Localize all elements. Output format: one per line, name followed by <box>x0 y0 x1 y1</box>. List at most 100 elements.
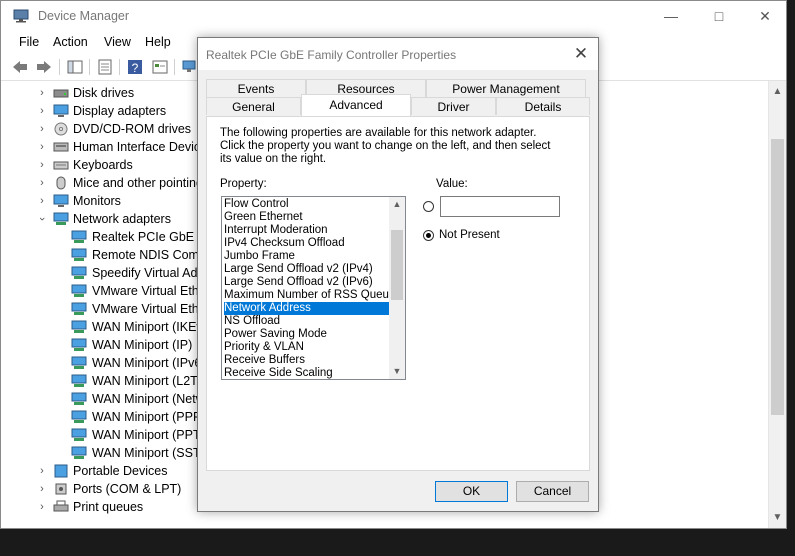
tab-general[interactable]: General <box>206 97 301 115</box>
tab-details[interactable]: Details <box>496 97 590 115</box>
tab-driver[interactable]: Driver <box>411 97 496 115</box>
display-adapter-icon <box>53 104 69 117</box>
toolbar-separator <box>119 59 120 75</box>
tree-item-label: Network adapters <box>73 212 171 226</box>
tree-item-network-adapter[interactable]: WAN Miniport (SSTF <box>55 444 209 462</box>
property-list-item[interactable]: Power Saving Mode <box>224 328 389 341</box>
property-list-item[interactable]: Jumbo Frame <box>224 250 389 263</box>
tree-item-label: Remote NDIS Comp <box>92 248 206 262</box>
tree-item-network-adapter[interactable]: WAN Miniport (PPPC <box>55 408 210 426</box>
tree-item-label: WAN Miniport (PPPC <box>92 410 211 424</box>
tree-item-network-adapter[interactable]: VMware Virtual Ethe <box>55 300 206 318</box>
toolbar-separator <box>59 59 60 75</box>
tree-item-label: Mice and other pointing <box>73 176 203 190</box>
scroll-thumb[interactable] <box>771 139 784 415</box>
property-list-item[interactable]: Large Send Offload v2 (IPv4) <box>224 263 389 276</box>
ok-button[interactable]: OK <box>435 481 508 502</box>
property-list-item[interactable]: Flow Control <box>224 198 389 211</box>
device-manager-icon <box>13 9 29 23</box>
scroll-down-arrow-icon[interactable]: ▼ <box>769 509 786 526</box>
tree-item-label: WAN Miniport (L2TF <box>92 374 206 388</box>
back-arrow-icon[interactable] <box>11 58 29 76</box>
dvd-drive-icon <box>54 122 68 136</box>
action-view-icon[interactable] <box>151 58 169 76</box>
property-list-item[interactable]: Maximum Number of RSS Queues <box>224 289 401 302</box>
property-list-scrollbar[interactable]: ▲ ▼ <box>389 197 405 379</box>
property-list-item[interactable]: NS Offload <box>224 315 389 328</box>
tree-item-label: Portable Devices <box>73 464 168 478</box>
maximize-button[interactable]: □ <box>696 1 742 32</box>
tree-item-label: WAN Miniport (IKEv <box>92 320 203 334</box>
property-list-item[interactable]: Interrupt Moderation <box>224 224 389 237</box>
console-tree-icon[interactable] <box>66 58 84 76</box>
tree-item-label: VMware Virtual Ethe <box>92 302 206 316</box>
tree-item-label: Human Interface Device <box>73 140 208 154</box>
radio-selected-dot <box>426 233 431 238</box>
advanced-tab-panel: The following properties are available f… <box>206 116 590 471</box>
not-present-label: Not Present <box>439 229 500 241</box>
list-scroll-down-icon[interactable]: ▼ <box>389 364 405 379</box>
network-adapter-icon <box>71 266 87 279</box>
property-list-item[interactable]: Green Ethernet <box>224 211 389 224</box>
tree-item-label: Display adapters <box>73 104 167 118</box>
not-present-radio[interactable] <box>423 230 434 241</box>
menu-action[interactable]: Action <box>53 35 88 49</box>
tree-item-network-adapter[interactable]: WAN Miniport (Netw <box>55 390 205 408</box>
toolbar-separator <box>89 59 90 75</box>
tree-item-label: Monitors <box>73 194 121 208</box>
mouse-icon <box>56 176 66 190</box>
minimize-button[interactable]: — <box>648 1 694 32</box>
dialog-title-bar: Realtek PCIe GbE Family Controller Prope… <box>198 38 598 70</box>
tree-item-network-adapter[interactable]: Remote NDIS Comp <box>55 246 206 264</box>
tree-item-label: WAN Miniport (SSTF <box>92 446 209 460</box>
property-list-item[interactable]: IPv4 Checksum Offload <box>224 237 389 250</box>
tree-item-label: WAN Miniport (PPTI <box>92 428 205 442</box>
value-input[interactable] <box>440 196 560 217</box>
help-icon[interactable]: ? <box>126 58 144 76</box>
menu-help[interactable]: Help <box>145 35 171 49</box>
tab-advanced[interactable]: Advanced <box>301 94 411 116</box>
list-scroll-up-icon[interactable]: ▲ <box>389 197 405 212</box>
properties-icon[interactable] <box>96 58 114 76</box>
tree-scrollbar[interactable]: ▲ ▼ <box>768 81 786 528</box>
tree-item-label: Disk drives <box>73 86 135 100</box>
property-list-item[interactable]: Priority & VLAN <box>224 341 389 354</box>
cancel-button[interactable]: Cancel <box>516 481 589 502</box>
title-bar: Device Manager — □ ✕ <box>1 1 786 32</box>
value-label: Value: <box>436 178 468 190</box>
toolbar-separator <box>174 59 175 75</box>
property-list-item[interactable]: Receive Buffers <box>224 354 389 367</box>
tree-item-network-adapter[interactable]: VMware Virtual Ethe <box>55 282 206 300</box>
forward-arrow-icon[interactable] <box>35 58 53 76</box>
property-listbox[interactable]: Flow Control Green Ethernet Interrupt Mode… <box>221 196 406 380</box>
close-button[interactable]: ✕ <box>742 1 786 32</box>
tree-item-network-adapter[interactable]: Speedify Virtual Ada <box>55 264 205 282</box>
dialog-close-button[interactable]: ✕ <box>564 38 598 70</box>
tree-item-network-adapter[interactable]: WAN Miniport (IPv6 <box>55 354 205 372</box>
property-list-item[interactable]: Large Send Offload v2 (IPv6) <box>224 276 389 289</box>
menu-view[interactable]: View <box>104 35 131 49</box>
network-adapter-icon <box>53 212 69 225</box>
tree-item-network-adapter[interactable]: WAN Miniport (L2TF <box>55 372 205 390</box>
property-list-item[interactable]: Receive Side Scaling <box>224 367 389 379</box>
network-adapter-icon <box>71 248 87 261</box>
tree-item-network-adapter[interactable]: WAN Miniport (IKEv <box>55 318 205 336</box>
scroll-up-arrow-icon[interactable]: ▲ <box>769 83 786 100</box>
tree-item-network-adapter[interactable]: Realtek PCIe GbE Far <box>55 228 216 246</box>
network-adapter-icon <box>71 446 87 459</box>
tab-power-management[interactable]: Power Management <box>426 79 586 97</box>
description-text: The following properties are available f… <box>220 127 551 165</box>
properties-dialog: Realtek PCIe GbE Family Controller Prope… <box>197 37 599 512</box>
property-list-item[interactable]: Network Address <box>224 302 389 315</box>
menu-file[interactable]: File <box>19 35 39 49</box>
network-adapter-icon <box>71 374 87 387</box>
tree-item-label: WAN Miniport (IPv6 <box>92 356 202 370</box>
tab-events[interactable]: Events <box>206 79 306 97</box>
list-scroll-thumb[interactable] <box>391 230 403 300</box>
tree-item-label: VMware Virtual Ethe <box>92 284 206 298</box>
tree-item-network-adapter[interactable]: WAN Miniport (PPTI <box>55 426 205 444</box>
tree-item-network-adapter[interactable]: WAN Miniport (IP) <box>55 336 205 354</box>
value-radio[interactable] <box>423 201 434 212</box>
network-adapter-icon <box>71 338 87 351</box>
portable-device-icon <box>54 464 68 478</box>
